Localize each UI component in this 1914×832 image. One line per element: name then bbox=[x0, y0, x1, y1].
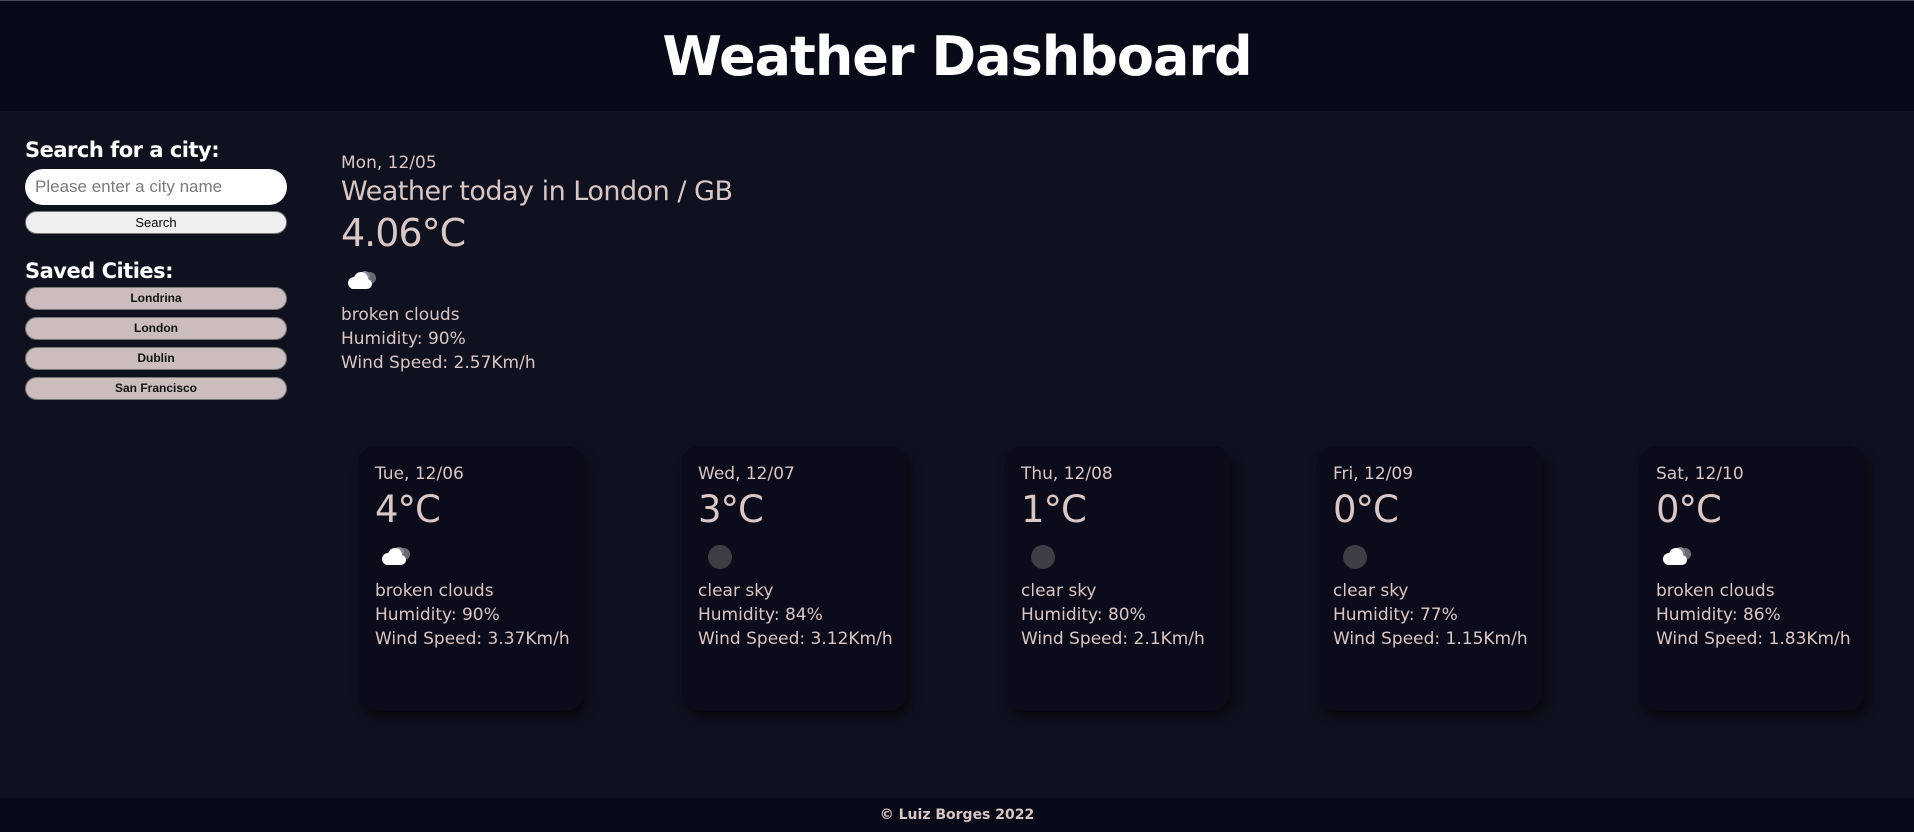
forecast-temperature: 3°C bbox=[698, 488, 764, 531]
forecast-humidity: Humidity: 90% bbox=[375, 605, 500, 625]
forecast-temperature: 0°C bbox=[1333, 488, 1399, 531]
clear-night-icon bbox=[1333, 541, 1542, 573]
saved-cities-heading: Saved Cities: bbox=[25, 259, 174, 283]
clear-night-icon bbox=[1021, 541, 1230, 573]
saved-city-button-london[interactable]: London bbox=[25, 317, 287, 340]
current-date: Mon, 12/05 bbox=[341, 153, 437, 173]
forecast-date: Thu, 12/08 bbox=[1021, 464, 1113, 484]
forecast-card: Thu, 12/08 1°C clear sky Humidity: 80% W… bbox=[1004, 446, 1230, 711]
forecast-temperature: 4°C bbox=[375, 488, 441, 531]
search-heading: Search for a city: bbox=[25, 138, 220, 162]
forecast-wind-speed: Wind Speed: 1.83Km/h bbox=[1656, 629, 1851, 649]
saved-city-button-londrina[interactable]: Londrina bbox=[25, 287, 287, 310]
page-header: Weather Dashboard bbox=[0, 1, 1914, 111]
current-weather-title: Weather today in London / GB bbox=[341, 176, 733, 207]
forecast-card: Wed, 12/07 3°C clear sky Humidity: 84% W… bbox=[681, 446, 907, 711]
forecast-humidity: Humidity: 84% bbox=[698, 605, 823, 625]
forecast-humidity: Humidity: 77% bbox=[1333, 605, 1458, 625]
sidebar: Search for a city: Search Saved Cities: … bbox=[25, 138, 287, 400]
current-temperature: 4.06°C bbox=[341, 211, 466, 255]
forecast-card: Sat, 12/10 0°C broken clouds Humidity: 8… bbox=[1639, 446, 1865, 711]
forecast-description: clear sky bbox=[1333, 581, 1409, 601]
forecast-date: Tue, 12/06 bbox=[375, 464, 464, 484]
broken-clouds-icon bbox=[375, 541, 584, 573]
copyright-text: © Luiz Borges 2022 bbox=[879, 807, 1035, 823]
current-humidity: Humidity: 90% bbox=[341, 329, 466, 349]
forecast-card: Fri, 12/09 0°C clear sky Humidity: 77% W… bbox=[1316, 446, 1542, 711]
page-footer: © Luiz Borges 2022 bbox=[0, 798, 1914, 832]
page-title: Weather Dashboard bbox=[662, 24, 1252, 88]
forecast-wind-speed: Wind Speed: 1.15Km/h bbox=[1333, 629, 1528, 649]
city-search-input[interactable] bbox=[25, 169, 287, 205]
current-weather: Mon, 12/05 Weather today in London / GB … bbox=[341, 153, 733, 375]
saved-city-button-san-francisco[interactable]: San Francisco bbox=[25, 377, 287, 400]
forecast-description: clear sky bbox=[698, 581, 774, 601]
forecast-description: broken clouds bbox=[1656, 581, 1775, 601]
forecast-date: Fri, 12/09 bbox=[1333, 464, 1414, 484]
current-description: broken clouds bbox=[341, 305, 460, 325]
forecast-temperature: 1°C bbox=[1021, 488, 1087, 531]
forecast-humidity: Humidity: 80% bbox=[1021, 605, 1146, 625]
forecast-description: broken clouds bbox=[375, 581, 494, 601]
forecast-description: clear sky bbox=[1021, 581, 1097, 601]
current-wind-speed: Wind Speed: 2.57Km/h bbox=[341, 353, 536, 373]
forecast-wind-speed: Wind Speed: 2.1Km/h bbox=[1021, 629, 1205, 649]
saved-city-button-dublin[interactable]: Dublin bbox=[25, 347, 287, 370]
clear-night-icon bbox=[698, 541, 907, 573]
forecast-date: Wed, 12/07 bbox=[698, 464, 795, 484]
forecast-humidity: Humidity: 86% bbox=[1656, 605, 1781, 625]
broken-clouds-icon bbox=[1656, 541, 1865, 573]
forecast-wind-speed: Wind Speed: 3.12Km/h bbox=[698, 629, 893, 649]
forecast-card: Tue, 12/06 4°C broken clouds Humidity: 9… bbox=[358, 446, 584, 711]
broken-clouds-icon bbox=[341, 265, 733, 297]
saved-cities-list: Londrina London Dublin San Francisco bbox=[25, 287, 287, 400]
forecast-wind-speed: Wind Speed: 3.37Km/h bbox=[375, 629, 570, 649]
forecast-date: Sat, 12/10 bbox=[1656, 464, 1744, 484]
forecast-temperature: 0°C bbox=[1656, 488, 1722, 531]
search-button[interactable]: Search bbox=[25, 211, 287, 234]
